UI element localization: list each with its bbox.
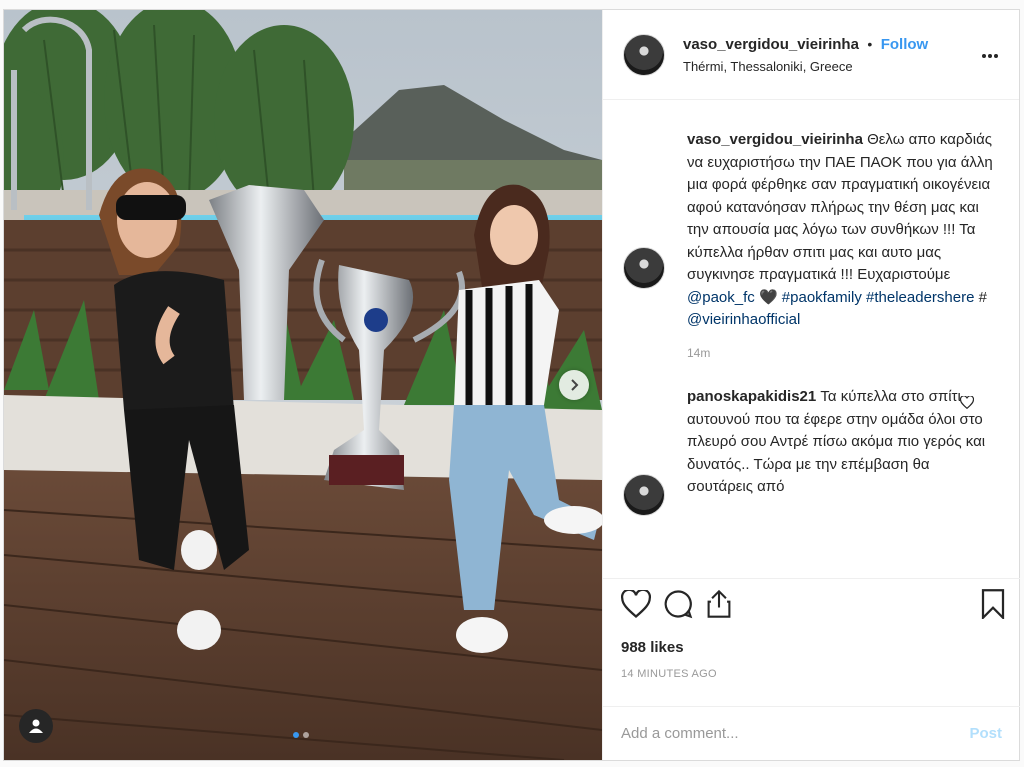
header-text: vaso_vergidou_vieirinha • Follow Thérmi,… <box>683 36 928 74</box>
post-photo[interactable] <box>4 10 602 760</box>
action-icons <box>620 579 1005 633</box>
share-button[interactable] <box>705 589 733 624</box>
comment-icon <box>664 589 693 618</box>
carousel-next-button[interactable] <box>559 370 589 400</box>
comments-list[interactable]: vaso_vergidou_vieirinha Θελω απο καρδιάς… <box>603 101 1020 578</box>
save-button[interactable] <box>980 588 1006 624</box>
post-actions: 988 likes 14 MINUTES AGO <box>603 578 1020 706</box>
add-comment-bar: Post <box>603 706 1020 760</box>
likes-count[interactable]: 988 likes <box>621 639 1002 656</box>
comment-item: panoskapakidis21 Τα κύπελλα στο σπίτι αυ… <box>623 386 1004 516</box>
post-sidebar: vaso_vergidou_vieirinha • Follow Thérmi,… <box>602 10 1020 760</box>
like-button[interactable] <box>620 588 652 623</box>
more-horizontal-icon <box>982 54 998 58</box>
caption-text: Θελω απο καρδιάς να ευχαριστήσω την ΠΑΕ … <box>687 131 993 283</box>
carousel-dot[interactable] <box>303 732 309 738</box>
more-options-button[interactable] <box>981 46 999 64</box>
caption-timestamp[interactable]: 14m <box>687 342 997 365</box>
photo-scene <box>4 10 602 760</box>
separator-bullet: • <box>867 35 873 52</box>
bookmark-icon <box>981 588 1005 620</box>
location-link[interactable]: Thérmi, Thessaloniki, Greece <box>683 59 928 74</box>
user-icon <box>29 719 43 733</box>
hash-symbol: # <box>978 288 987 306</box>
username-link[interactable]: vaso_vergidou_vieirinha <box>683 36 859 53</box>
avatar[interactable] <box>623 247 665 289</box>
user-tags-button[interactable] <box>19 709 53 743</box>
carousel-dot[interactable] <box>293 732 299 738</box>
post-comment-button[interactable]: Post <box>969 725 1002 742</box>
mention-link[interactable]: @vieirinhaofficial <box>687 311 800 328</box>
avatar[interactable] <box>623 474 665 516</box>
avatar[interactable] <box>623 33 665 76</box>
comment-input[interactable] <box>621 725 970 742</box>
mention-link[interactable]: @paok_fc <box>687 289 755 306</box>
carousel-dots <box>293 732 309 738</box>
like-comment-button[interactable] <box>959 395 975 414</box>
share-icon <box>707 589 731 618</box>
caption: vaso_vergidou_vieirinha Θελω απο καρδιάς… <box>623 129 1004 364</box>
comment-button[interactable] <box>663 589 693 624</box>
follow-button[interactable]: Follow <box>881 36 929 53</box>
caption-author[interactable]: vaso_vergidou_vieirinha <box>687 131 863 148</box>
post-timestamp[interactable]: 14 MINUTES AGO <box>621 668 1002 680</box>
caption-body: vaso_vergidou_vieirinha Θελω απο καρδιάς… <box>687 129 997 364</box>
heart-icon <box>959 395 975 410</box>
comment-author[interactable]: panoskapakidis21 <box>687 388 816 405</box>
hashtag-link[interactable]: #theleadershere <box>866 289 974 306</box>
comment-body: panoskapakidis21 Τα κύπελλα στο σπίτι αυ… <box>687 386 997 516</box>
post-header: vaso_vergidou_vieirinha • Follow Thérmi,… <box>603 10 1019 100</box>
black-heart-emoji: 🖤 <box>758 288 778 306</box>
heart-icon <box>620 588 652 618</box>
chevron-right-icon <box>571 379 579 391</box>
hashtag-link[interactable]: #paokfamily <box>782 289 862 306</box>
instagram-post: vaso_vergidou_vieirinha • Follow Thérmi,… <box>3 9 1020 761</box>
